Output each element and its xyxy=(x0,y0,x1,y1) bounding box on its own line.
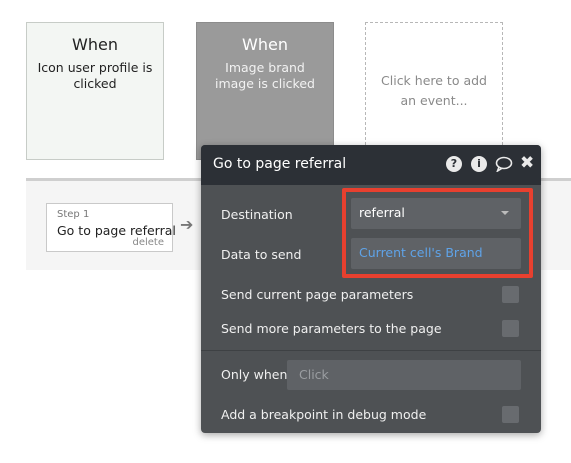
divider xyxy=(201,350,541,351)
data-to-send-label: Data to send xyxy=(221,247,302,262)
destination-label: Destination xyxy=(221,207,293,222)
event-description: Icon user profile is clicked xyxy=(37,60,153,91)
panel-title: Go to page referral xyxy=(213,156,347,172)
event-when-label: When xyxy=(242,35,288,54)
send-current-params-checkbox[interactable] xyxy=(502,286,519,303)
only-when-label: Only when xyxy=(221,367,288,382)
help-icon[interactable]: ? xyxy=(446,156,462,172)
highlight-annotation-box xyxy=(342,188,533,278)
send-current-params-label: Send current page parameters xyxy=(221,287,414,302)
comment-icon[interactable] xyxy=(495,156,513,176)
event-when-label: When xyxy=(72,35,118,54)
step-title: Go to page referral xyxy=(57,223,176,238)
send-more-params-checkbox[interactable] xyxy=(502,320,519,337)
only-when-input[interactable]: Click xyxy=(287,360,521,390)
close-icon[interactable]: ✖ xyxy=(520,155,534,172)
breakpoint-checkbox[interactable] xyxy=(502,406,519,423)
add-event-label: Click here to add an event... xyxy=(381,73,487,108)
workflow-step-1[interactable]: Step 1 Go to page referral delete xyxy=(46,203,176,252)
action-properties-panel: Go to page referral ? i ✖ Destination re… xyxy=(201,145,541,433)
send-more-params-label: Send more parameters to the page xyxy=(221,321,442,336)
step-number: Step 1 xyxy=(57,209,90,220)
panel-header: Go to page referral ? i ✖ xyxy=(201,145,541,185)
event-card-icon-user-profile[interactable]: When Icon user profile is clicked xyxy=(26,22,164,160)
event-card-image-brand[interactable]: When Image brand image is clicked xyxy=(196,22,334,160)
arrow-right-icon: ➔ xyxy=(180,215,194,234)
only-when-placeholder: Click xyxy=(299,367,329,382)
step-delete-link[interactable]: delete xyxy=(132,237,164,248)
info-icon[interactable]: i xyxy=(471,156,487,172)
add-event-card[interactable]: Click here to add an event... xyxy=(365,22,503,160)
breakpoint-label: Add a breakpoint in debug mode xyxy=(221,407,427,422)
event-description: Image brand image is clicked xyxy=(215,60,315,91)
